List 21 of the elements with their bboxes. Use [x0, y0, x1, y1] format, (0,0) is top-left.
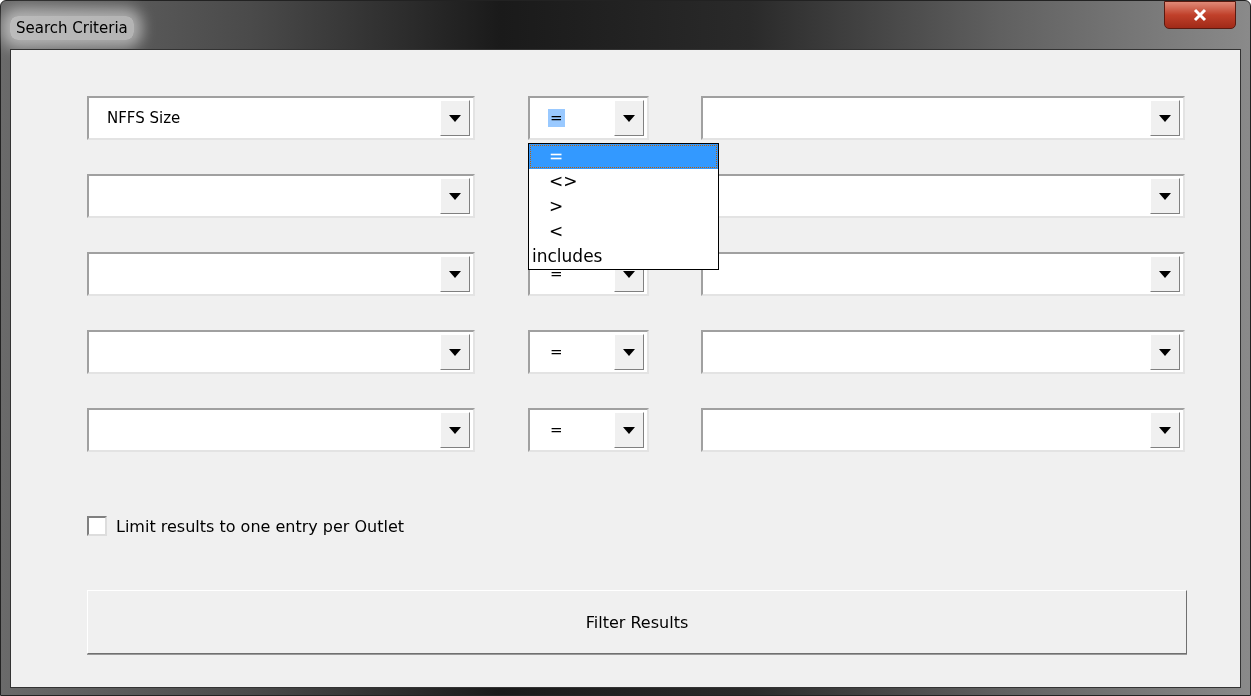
operator-dropdown[interactable]: =	[528, 330, 649, 374]
filter-results-button[interactable]: Filter Results	[87, 590, 1187, 654]
operator-value: =	[549, 343, 564, 361]
field-dropdown[interactable]	[87, 252, 475, 296]
field-value: NFFS Size	[107, 109, 181, 127]
field-dropdown[interactable]	[87, 330, 475, 374]
field-dropdown[interactable]	[87, 408, 475, 452]
close-button[interactable]	[1164, 1, 1236, 29]
operator-dropdown[interactable]: =	[528, 408, 649, 452]
checkbox-label: Limit results to one entry per Outlet	[116, 516, 405, 536]
operator-option[interactable]: >	[529, 194, 718, 219]
field-dropdown[interactable]	[87, 174, 475, 218]
field-dropdown[interactable]: NFFS Size	[87, 96, 475, 140]
operator-value: =	[549, 421, 564, 439]
operator-option[interactable]: <	[529, 219, 718, 244]
operator-value: =	[548, 109, 565, 127]
checkbox[interactable]	[87, 516, 107, 536]
operator-option[interactable]: <>	[529, 169, 718, 194]
window-title: Search Criteria	[10, 16, 134, 40]
close-icon	[1192, 8, 1208, 22]
operator-dropdown[interactable]: =	[528, 96, 649, 140]
